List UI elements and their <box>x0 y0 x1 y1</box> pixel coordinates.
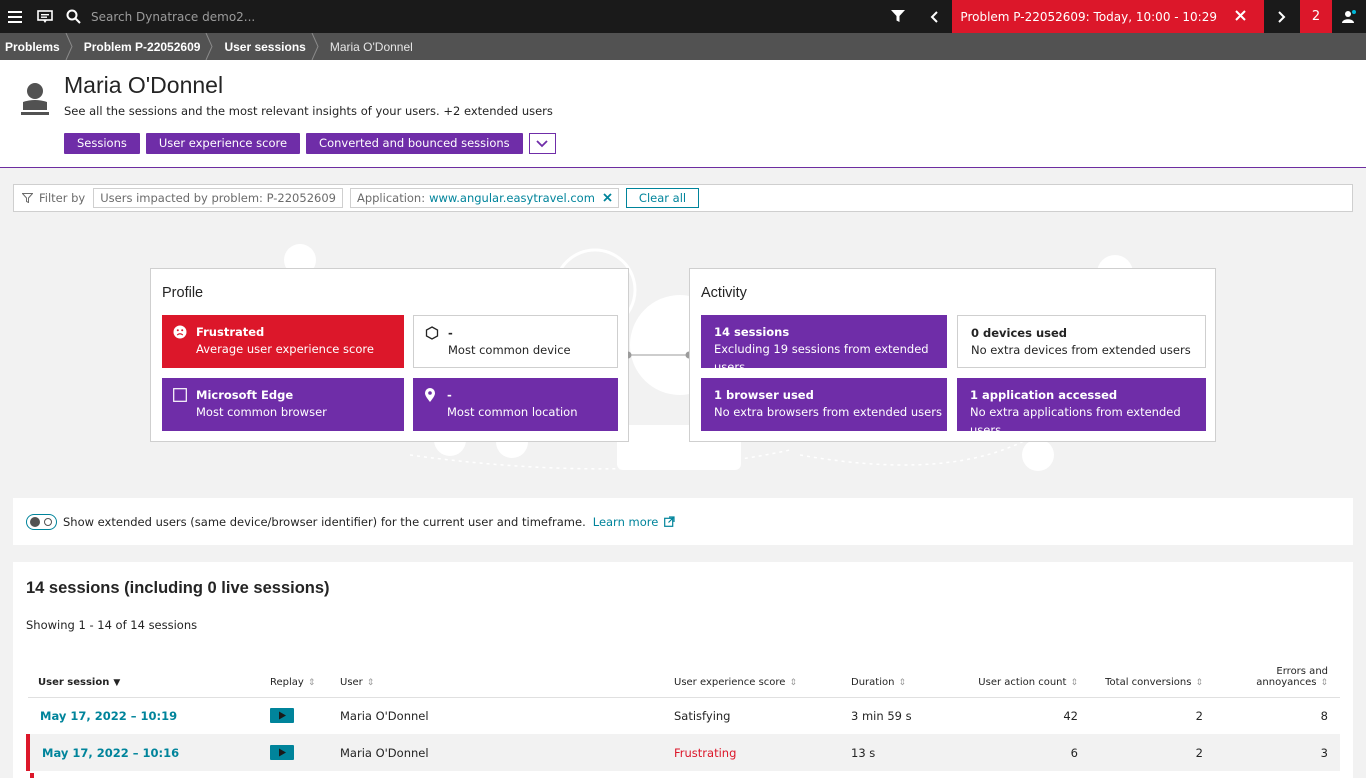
conversions-cell: 2 <box>1195 708 1203 723</box>
activity-card: Activity 14 sessions Excluding 19 sessio… <box>689 268 1216 442</box>
col-user[interactable]: User ⇕ <box>330 654 664 698</box>
clear-all-button[interactable]: Clear all <box>625 188 700 208</box>
col-duration[interactable]: Duration ⇕ <box>841 654 961 698</box>
profile-title: Profile <box>162 285 204 301</box>
session-link[interactable]: May 17, 2022 – 10:16 <box>26 734 260 771</box>
activity-tile-devices[interactable]: 0 devices used No extra devices from ext… <box>957 315 1206 368</box>
feedback-icon[interactable] <box>30 0 60 33</box>
remove-filter-icon[interactable] <box>603 189 612 207</box>
extended-users-panel: Show extended users (same device/browser… <box>13 498 1353 545</box>
problem-count-badge[interactable]: 2 <box>1300 0 1332 33</box>
row-status-marker <box>30 773 34 778</box>
filter-icon[interactable] <box>880 0 916 33</box>
page-subtitle: See all the sessions and the most releva… <box>64 104 553 118</box>
breadcrumb-problem[interactable]: Problem P-22052609 <box>78 33 219 60</box>
search-icon <box>66 9 81 24</box>
chevron-left-icon <box>931 10 939 23</box>
page-header: Maria O'Donnel See all the sessions and … <box>0 60 1366 168</box>
breadcrumb: Problems Problem P-22052609 User session… <box>0 33 1366 60</box>
duration-cell: 3 min 59 s <box>851 708 912 723</box>
view-tabs: Sessions User experience score Converted… <box>64 133 556 154</box>
menu-icon[interactable] <box>0 0 30 33</box>
profile-tile-location[interactable]: - Most common location <box>413 378 618 431</box>
sessions-count: Showing 1 - 14 of 14 sessions <box>26 618 198 632</box>
user-avatar-icon <box>21 82 49 119</box>
learn-more-link[interactable]: Learn more <box>593 515 676 529</box>
filter-chip-application-value: www.angular.easytravel.com <box>429 191 595 205</box>
ux-score-cell: Frustrating <box>664 734 841 771</box>
user-cell: Maria O'Donnel <box>330 734 664 771</box>
next-problem-button[interactable] <box>1264 0 1300 33</box>
user-cell: Maria O'Donnel <box>340 708 429 723</box>
col-user-session[interactable]: User session ▼ <box>28 654 260 698</box>
extended-users-text: Show extended users (same device/browser… <box>63 514 586 529</box>
breadcrumb-user-sessions[interactable]: User sessions <box>218 33 323 60</box>
action-count-cell: 6 <box>961 734 1090 771</box>
sessions-title: 14 sessions (including 0 live sessions) <box>26 579 330 597</box>
breadcrumb-current-user: Maria O'Donnel <box>329 39 413 54</box>
replay-cell <box>260 697 330 734</box>
previous-problem-button[interactable] <box>916 0 952 33</box>
session-link[interactable]: May 17, 2022 – 10:19 <box>28 697 260 734</box>
sessions-table: User session ▼ Replay ⇕ User ⇕ User experie… <box>26 654 1340 771</box>
browser-window-icon <box>173 388 187 405</box>
filter-icon <box>22 193 33 203</box>
profile-tile-device[interactable]: - Most common device <box>413 315 618 368</box>
breadcrumb-problems[interactable]: Problems <box>0 33 78 60</box>
tab-converted-bounced[interactable]: Converted and bounced sessions <box>306 133 523 154</box>
profile-tile-browser[interactable]: Microsoft Edge Most common browser <box>162 378 404 431</box>
table-row[interactable]: May 17, 2022 – 10:16 Maria O'Donnel Frus… <box>26 734 1340 771</box>
errors-cell: 8 <box>1320 708 1328 723</box>
user-account-icon[interactable] <box>1332 0 1366 33</box>
top-bar: Search Dynatrace demo2... Problem P-2205… <box>0 0 1366 33</box>
device-hexagon-icon <box>425 326 439 343</box>
col-ux-score[interactable]: User experience score ⇕ <box>664 654 841 698</box>
location-pin-icon <box>424 388 436 406</box>
action-count-cell: 42 <box>1063 708 1078 723</box>
tab-sessions[interactable]: Sessions <box>64 133 140 154</box>
ux-score-cell: Satisfying <box>674 708 731 723</box>
profile-card: Profile Frustrated Average user experien… <box>150 268 629 442</box>
card-connector <box>628 351 689 359</box>
close-icon[interactable] <box>1235 9 1246 24</box>
sessions-panel: 14 sessions (including 0 live sessions) … <box>13 562 1353 778</box>
problem-context-chip[interactable]: Problem P-22052609: Today, 10:00 - 10:29 <box>952 0 1264 33</box>
col-user-action-count[interactable]: User action count ⇕ <box>961 654 1090 698</box>
conversions-cell: 2 <box>1090 734 1215 771</box>
filter-bar[interactable]: Filter by Users impacted by problem: P-2… <box>13 184 1353 212</box>
activity-title: Activity <box>701 285 747 301</box>
chevron-down-icon <box>536 139 548 147</box>
chevron-right-icon <box>1278 10 1286 23</box>
col-errors-annoyances[interactable]: Errors and annoyances ⇕ <box>1215 654 1340 698</box>
extended-users-toggle[interactable] <box>26 513 57 530</box>
profile-tile-experience[interactable]: Frustrated Average user experience score <box>162 315 404 368</box>
col-total-conversions[interactable]: Total conversions ⇕ <box>1090 654 1215 698</box>
table-row[interactable]: May 17, 2022 – 10:19 Maria O'Donnel Sati… <box>28 697 1340 734</box>
external-link-icon <box>664 516 675 527</box>
more-tabs-button[interactable] <box>528 133 556 154</box>
play-icon[interactable] <box>270 745 294 760</box>
activity-tile-browsers[interactable]: 1 browser used No extra browsers from ex… <box>701 378 947 431</box>
tab-user-experience-score[interactable]: User experience score <box>145 133 301 154</box>
filter-by-label: Filter by <box>22 191 85 205</box>
problem-label: Problem P-22052609: Today, 10:00 - 10:29 <box>960 9 1217 24</box>
replay-cell <box>260 734 330 771</box>
search-placeholder: Search Dynatrace demo2... <box>91 9 256 24</box>
frustrated-face-icon <box>173 325 187 342</box>
search-field[interactable]: Search Dynatrace demo2... <box>66 0 255 33</box>
activity-tile-applications[interactable]: 1 application accessed No extra applicat… <box>957 378 1206 437</box>
filter-chip-problem[interactable]: Users impacted by problem: P-22052609 <box>93 188 343 208</box>
filter-chip-application[interactable]: Application: www.angular.easytravel.com <box>349 188 619 208</box>
duration-cell: 13 s <box>841 734 961 771</box>
activity-tile-sessions[interactable]: 14 sessions Excluding 19 sessions from e… <box>701 315 947 374</box>
col-replay[interactable]: Replay ⇕ <box>260 654 330 698</box>
page-title: Maria O'Donnel <box>64 72 224 98</box>
errors-cell: 3 <box>1215 734 1340 771</box>
play-icon[interactable] <box>270 708 294 724</box>
